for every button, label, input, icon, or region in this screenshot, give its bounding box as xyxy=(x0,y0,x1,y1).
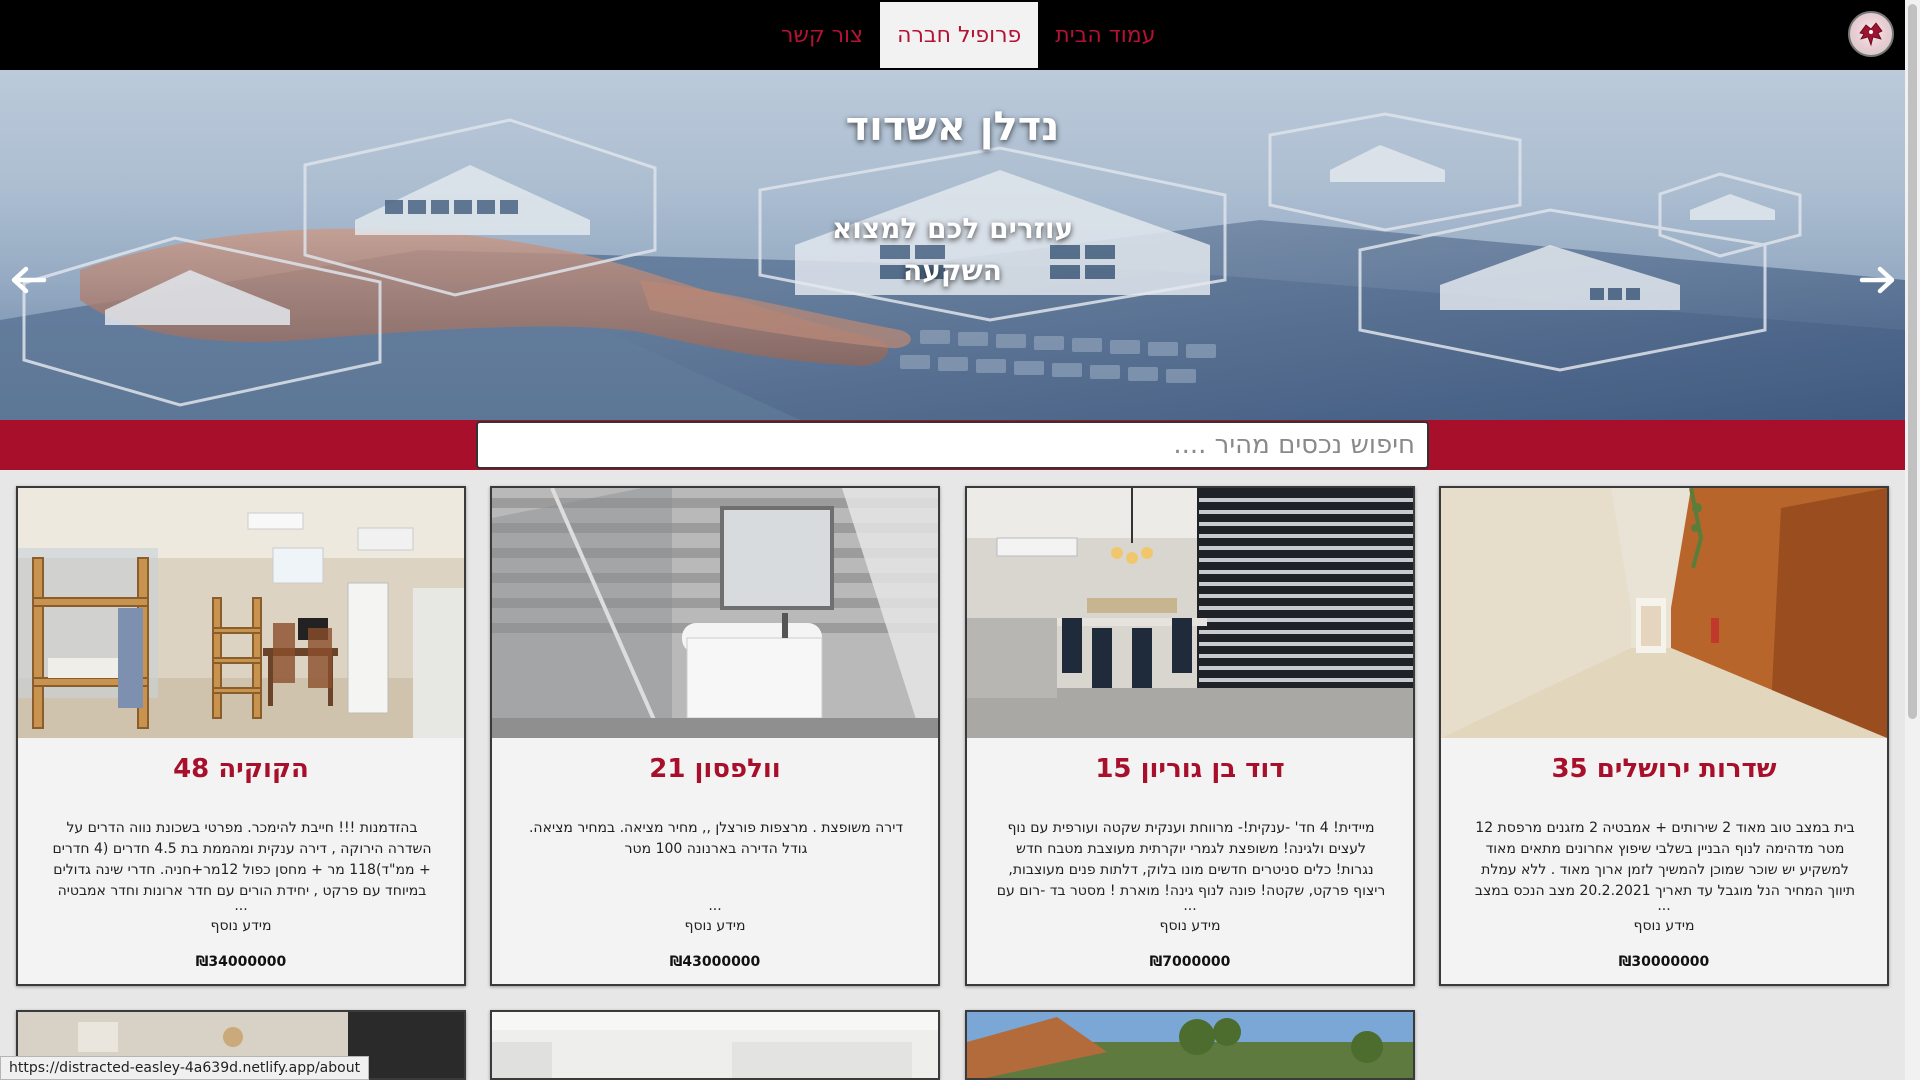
browser-status-url: https://distracted-easley-4a639d.netlify… xyxy=(0,1056,370,1080)
property-price: ₪30000000 xyxy=(1618,954,1710,970)
top-navbar: עמוד הבית פרופיל חברה צור קשר xyxy=(0,0,1905,70)
property-photo-kids-room xyxy=(18,488,464,738)
brand-logo[interactable] xyxy=(1848,11,1894,57)
property-description: מיידית! 4 חד' -ענקית!- מרווחת וענקית שקט… xyxy=(996,820,1386,899)
property-price: ₪7000000 xyxy=(1149,954,1231,970)
property-search-input[interactable] xyxy=(476,421,1429,469)
property-card[interactable]: דוד בן גוריון 15 מיידית! 4 חד' -ענקית!- … xyxy=(965,486,1415,986)
hero-title: נדלן אשדוד xyxy=(845,104,1060,150)
eagle-logo-icon xyxy=(1859,22,1883,47)
search-strip xyxy=(0,420,1905,470)
description-ellipsis: ... xyxy=(708,898,722,914)
property-card[interactable] xyxy=(965,1010,1415,1080)
property-photo xyxy=(492,1012,938,1078)
property-description: דירה משופצת . מרצפות פורצלן ,, מחיר מציא… xyxy=(528,820,903,857)
property-photo xyxy=(967,1012,1413,1078)
property-price: ₪34000000 xyxy=(195,954,287,970)
more-info-link[interactable]: מידע נוסף xyxy=(967,918,1413,934)
nav-links: עמוד הבית פרופיל חברה צור קשר xyxy=(764,2,1172,68)
more-info-link[interactable]: מידע נוסף xyxy=(1441,918,1887,934)
more-info-link[interactable]: מידע נוסף xyxy=(18,918,464,934)
page-scrollbar[interactable] xyxy=(1905,0,1920,1080)
property-card[interactable]: הקוקיה 48 בהזדמנות !!! חייבת להימכר. מפר… xyxy=(16,486,466,986)
property-description: בית במצב טוב מאוד 2 שירותים + אמבטיה 2 מ… xyxy=(1474,820,1856,899)
nav-contact[interactable]: צור קשר xyxy=(764,2,880,68)
property-title: דוד בן גוריון 15 xyxy=(1095,754,1285,784)
carousel-prev-arrow-icon[interactable] xyxy=(8,260,48,300)
property-card[interactable]: שדרות ירושלים 35 בית במצב טוב מאוד 2 שיר… xyxy=(1439,486,1889,986)
carousel-next-arrow-icon[interactable] xyxy=(1858,260,1898,300)
property-title: הקוקיה 48 xyxy=(173,754,309,784)
property-title: וולפסון 21 xyxy=(649,754,781,784)
more-info-link[interactable]: מידע נוסף xyxy=(492,918,938,934)
description-ellipsis: ... xyxy=(234,898,248,914)
nav-home[interactable]: עמוד הבית xyxy=(1038,2,1172,68)
property-photo-bathroom xyxy=(492,488,938,738)
scrollbar-thumb[interactable] xyxy=(1908,4,1917,719)
property-card[interactable] xyxy=(490,1010,940,1080)
description-ellipsis: ... xyxy=(1657,898,1671,914)
description-ellipsis: ... xyxy=(1183,898,1197,914)
property-title: שדרות ירושלים 35 xyxy=(1551,754,1777,784)
property-photo-hallway xyxy=(1441,488,1887,738)
property-price: ₪43000000 xyxy=(669,954,761,970)
property-card[interactable]: וולפסון 21 דירה משופצת . מרצפות פורצלן ,… xyxy=(490,486,940,986)
property-description: בהזדמנות !!! חייבת להימכר. מפרטי בשכונת … xyxy=(52,820,432,899)
property-photo-dining-room xyxy=(967,488,1413,738)
hero-carousel: נדלן אשדוד עוזרים לכם למצוא השקעה xyxy=(0,70,1905,420)
nav-company-profile[interactable]: פרופיל חברה xyxy=(880,2,1039,68)
hero-subtitle: עוזרים לכם למצוא השקעה xyxy=(831,212,1074,287)
